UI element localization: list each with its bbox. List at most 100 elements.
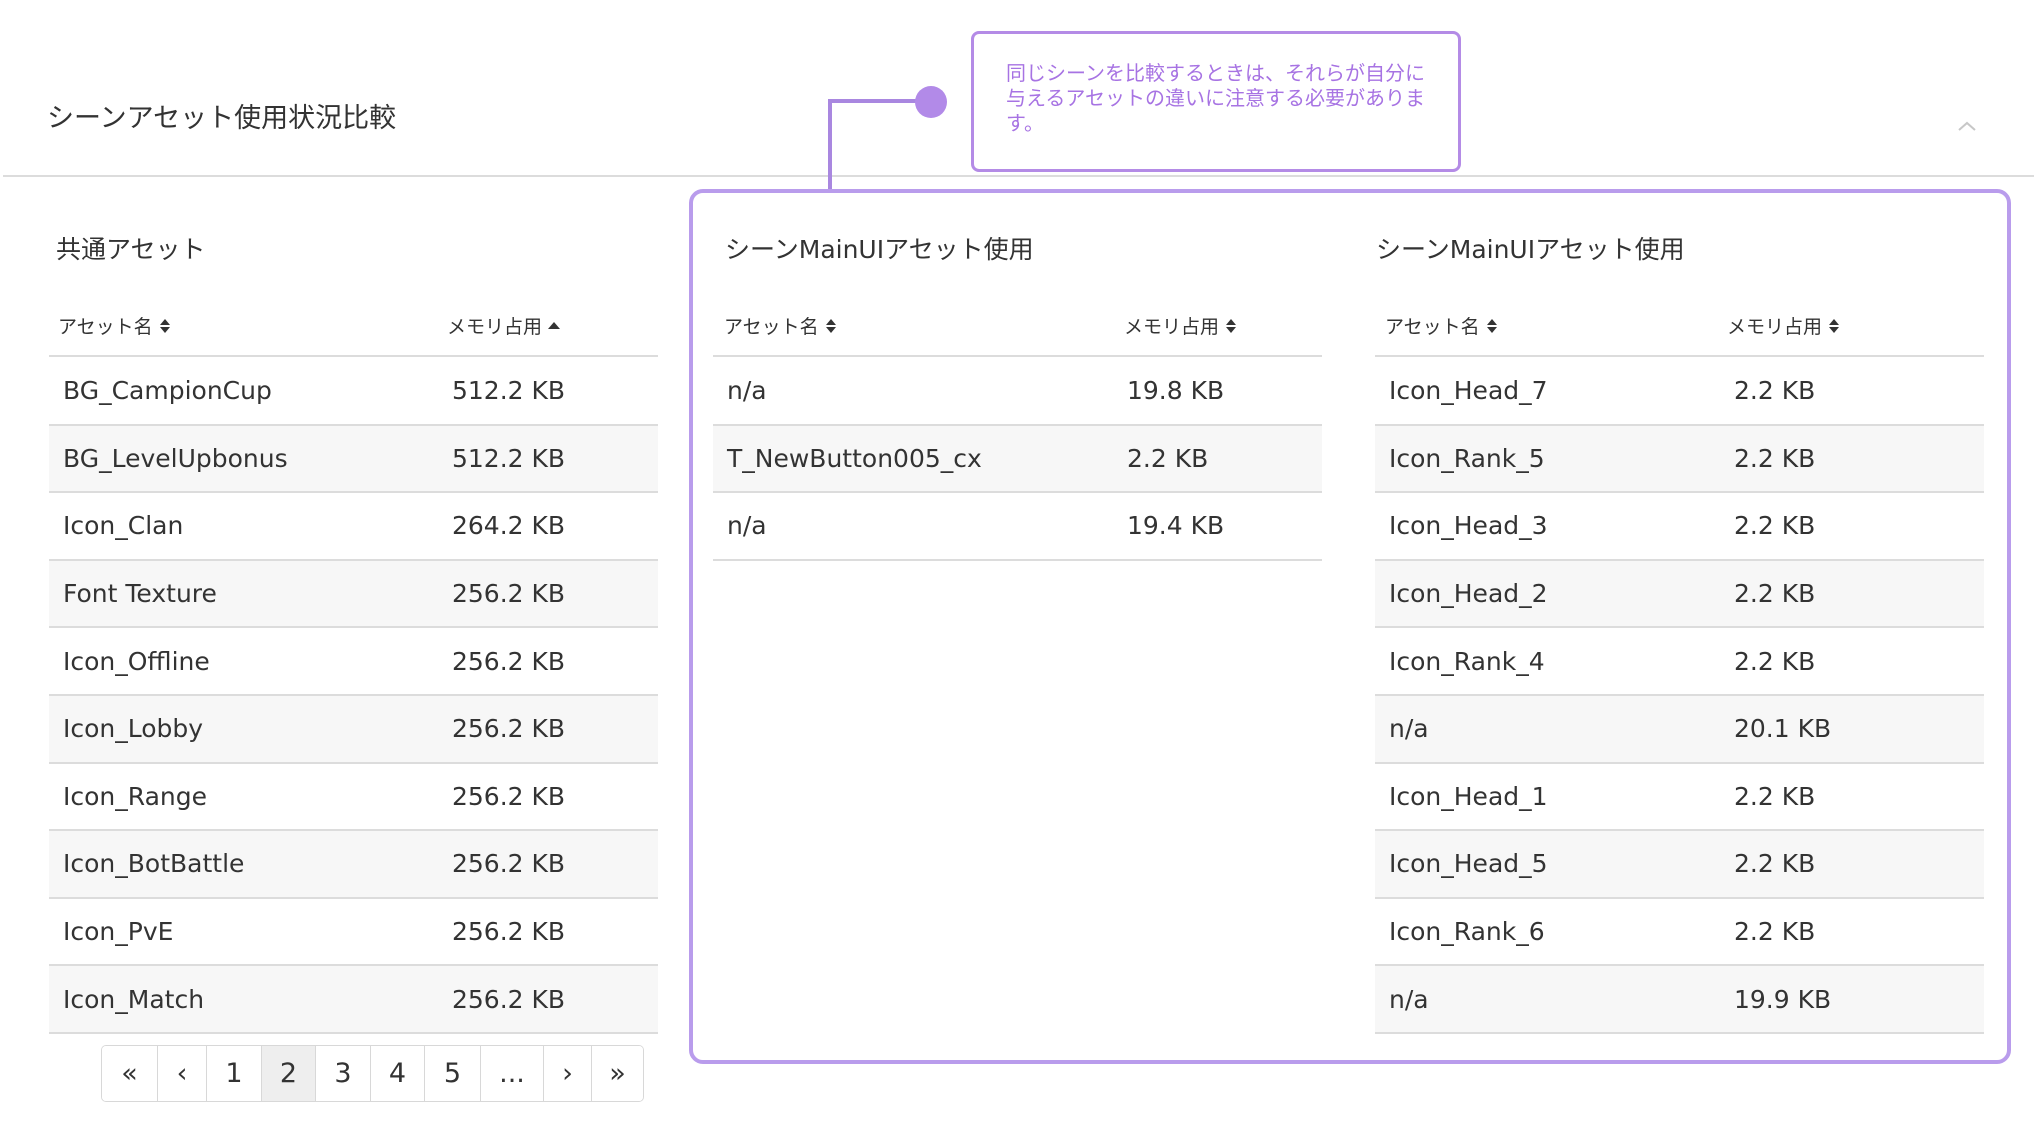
asset-memory: 2.2 KB <box>1720 559 1984 629</box>
page-button-2[interactable]: 2 <box>262 1046 316 1101</box>
column-header-asset-name[interactable]: アセット名 <box>724 312 837 339</box>
page-button-5[interactable]: 5 <box>425 1046 481 1101</box>
column-header-memory[interactable]: メモリ占用 <box>447 312 561 339</box>
sort-icon <box>159 318 170 333</box>
asset-memory: 256.2 KB <box>438 965 658 1034</box>
asset-memory: 20.1 KB <box>1720 694 1984 764</box>
callout-dot <box>915 86 947 118</box>
asset-memory: 256.2 KB <box>438 830 658 899</box>
column-header-label: メモリ占用 <box>1124 316 1220 338</box>
asset-name: Icon_PvE <box>49 897 438 967</box>
chevron-up-icon[interactable] <box>1955 118 1979 134</box>
scene-b-assets-table: Icon_Head_7 2.2 KB Icon_Rank_5 2.2 KB Icon… <box>1375 357 1984 1034</box>
sort-icon <box>1486 318 1497 333</box>
asset-name: BG_LevelUpbonus <box>49 424 438 494</box>
sort-icon <box>1829 318 1840 333</box>
first-page-button[interactable]: « <box>102 1046 158 1101</box>
asset-memory: 256.2 KB <box>438 627 658 696</box>
panel-title: シーンMainUIアセット使用 <box>1376 235 1685 264</box>
common-assets-table: BG_CampionCup 512.2 KB BG_LevelUpbonus 512… <box>49 357 658 1034</box>
page-button-3[interactable]: 3 <box>316 1046 371 1101</box>
asset-name: BG_CampionCup <box>49 357 438 426</box>
table-row: Icon_Head_2 2.2 KB <box>1375 559 1984 629</box>
asset-name: Icon_Offline <box>49 627 438 696</box>
asset-name: Icon_Head_5 <box>1375 830 1720 899</box>
scene-a-assets-table: n/a 19.8 KB T_NewButton005_cx 2.2 KB n/a 19… <box>713 357 1322 561</box>
asset-name: Icon_Rank_5 <box>1375 424 1720 494</box>
column-header-label: メモリ占用 <box>1727 316 1823 338</box>
asset-memory: 512.2 KB <box>438 424 658 494</box>
asset-name: T_NewButton005_cx <box>713 424 1113 494</box>
asset-name: n/a <box>713 492 1113 561</box>
sort-icon <box>1226 318 1237 333</box>
table-row: Icon_Rank_6 2.2 KB <box>1375 897 1984 967</box>
asset-name: Icon_Head_2 <box>1375 559 1720 629</box>
asset-name: n/a <box>1375 694 1720 764</box>
prev-page-button[interactable]: ‹ <box>158 1046 207 1101</box>
asset-name: n/a <box>713 357 1113 426</box>
table-row: Icon_PvE 256.2 KB <box>49 897 658 967</box>
table-row: Icon_Head_5 2.2 KB <box>1375 830 1984 899</box>
column-header-asset-name[interactable]: アセット名 <box>1385 312 1498 339</box>
table-row: Icon_Offline 256.2 KB <box>49 627 658 696</box>
asset-memory: 2.2 KB <box>1720 830 1984 899</box>
table-row: Icon_BotBattle 256.2 KB <box>49 830 658 899</box>
table-row: T_NewButton005_cx 2.2 KB <box>713 424 1322 494</box>
table-row: Icon_Head_1 2.2 KB <box>1375 762 1984 832</box>
callout-connector <box>828 99 928 103</box>
sort-icon <box>825 318 836 333</box>
column-header-memory[interactable]: メモリ占用 <box>1124 312 1237 339</box>
panel-title: シーンMainUIアセット使用 <box>725 235 1034 264</box>
column-header-memory[interactable]: メモリ占用 <box>1727 312 1840 339</box>
asset-name: Icon_Clan <box>49 492 438 561</box>
callout-text: 同じシーンを比較するときは、それらが自分に与えるアセットの違いに注意する必要があ… <box>1006 61 1425 135</box>
asset-memory: 2.2 KB <box>1720 762 1984 832</box>
asset-memory: 512.2 KB <box>438 357 658 426</box>
column-header-asset-name[interactable]: アセット名 <box>58 312 171 339</box>
table-row: Icon_Match 256.2 KB <box>49 965 658 1034</box>
table-row: n/a 19.9 KB <box>1375 965 1984 1034</box>
asset-memory: 256.2 KB <box>438 762 658 832</box>
page-button-4[interactable]: 4 <box>371 1046 425 1101</box>
table-row: Icon_Range 256.2 KB <box>49 762 658 832</box>
asset-name: Icon_Lobby <box>49 694 438 764</box>
column-header-label: アセット名 <box>1385 316 1480 338</box>
asset-memory: 264.2 KB <box>438 492 658 561</box>
header-divider <box>3 175 2034 177</box>
asset-memory: 19.4 KB <box>1113 492 1322 561</box>
column-header-label: アセット名 <box>724 316 819 338</box>
asset-name: Icon_Head_1 <box>1375 762 1720 832</box>
table-row: Icon_Clan 264.2 KB <box>49 492 658 561</box>
table-row: Icon_Head_3 2.2 KB <box>1375 492 1984 561</box>
table-row: Font Texture 256.2 KB <box>49 559 658 629</box>
table-row: n/a 20.1 KB <box>1375 694 1984 764</box>
pagination-ellipsis: ... <box>481 1046 544 1101</box>
asset-name: Icon_Range <box>49 762 438 832</box>
column-header-label: アセット名 <box>58 316 153 338</box>
page-button-1[interactable]: 1 <box>207 1046 262 1101</box>
panel-title: 共通アセット <box>56 235 206 264</box>
asset-name: Icon_Rank_4 <box>1375 627 1720 696</box>
asset-memory: 256.2 KB <box>438 694 658 764</box>
asset-memory: 19.9 KB <box>1720 965 1984 1034</box>
asset-memory: 2.2 KB <box>1720 424 1984 494</box>
asset-name: Font Texture <box>49 559 438 629</box>
asset-name: Icon_Rank_6 <box>1375 897 1720 967</box>
callout-connector-vertical <box>828 99 832 189</box>
callout-box: 同じシーンを比較するときは、それらが自分に与えるアセットの違いに注意する必要があ… <box>971 31 1461 172</box>
asset-name: Icon_BotBattle <box>49 830 438 899</box>
table-row: Icon_Head_7 2.2 KB <box>1375 357 1984 426</box>
asset-memory: 19.8 KB <box>1113 357 1322 426</box>
asset-name: n/a <box>1375 965 1720 1034</box>
asset-memory: 2.2 KB <box>1720 492 1984 561</box>
column-header-label: メモリ占用 <box>447 316 543 338</box>
asset-memory: 2.2 KB <box>1113 424 1322 494</box>
last-page-button[interactable]: » <box>592 1046 643 1101</box>
table-row: n/a 19.4 KB <box>713 492 1322 561</box>
sort-ascending-icon <box>548 321 561 329</box>
table-row: Icon_Lobby 256.2 KB <box>49 694 658 764</box>
page-title: シーンアセット使用状況比較 <box>47 103 397 134</box>
next-page-button[interactable]: › <box>544 1046 592 1101</box>
asset-name: Icon_Head_7 <box>1375 357 1720 426</box>
table-row: BG_LevelUpbonus 512.2 KB <box>49 424 658 494</box>
